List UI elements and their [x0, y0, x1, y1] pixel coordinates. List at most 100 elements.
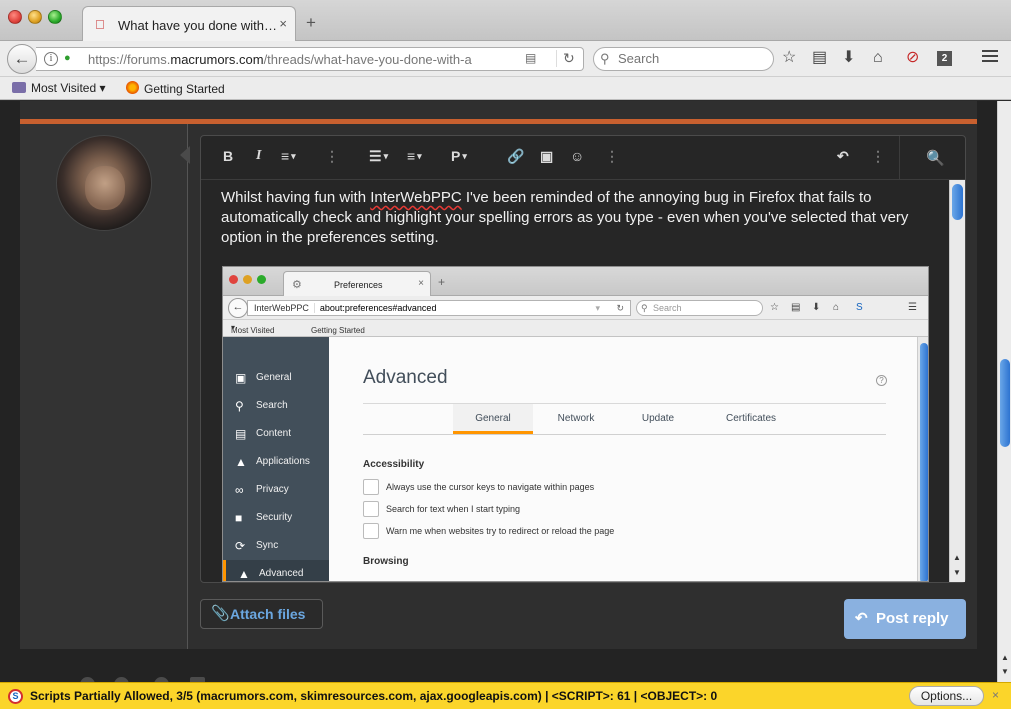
bookmark-star-icon[interactable]: ☆ — [782, 49, 796, 67]
help-icon: ? — [876, 375, 887, 386]
extension-badge[interactable]: 2 — [937, 51, 952, 66]
shot-bookmark-most-visited: Most Visited ▾ — [231, 323, 275, 335]
shot-section-browsing: Browsing — [363, 556, 409, 567]
shot-url-bar: InterWebPPC about:preferences#advanced ▾ … — [247, 300, 631, 316]
more-options-icon-2[interactable]: ⋮ — [605, 148, 619, 164]
shot-noscript-icon: S — [856, 302, 863, 313]
editor-scroll-thumb[interactable] — [952, 184, 963, 220]
page-scroll-thumb[interactable] — [1000, 359, 1010, 447]
lock-icon: ■ — [235, 511, 243, 525]
noscript-icon: S — [8, 689, 23, 704]
shot-scrollbar — [917, 337, 928, 581]
search-icon: ⚲ — [235, 399, 244, 413]
shot-tab: ⚙ Preferences × — [283, 271, 431, 297]
url-text[interactable]: https://forums.macrumors.com/threads/wha… — [88, 52, 472, 67]
shot-tab-general: General — [453, 404, 533, 434]
undo-icon[interactable]: ↶ — [837, 148, 849, 164]
editor-toolbar: B I ≡ ▾ ⋮ ☰ ▾ ≡ ▾ P ▾ 🔗 ▣ ☺ ⋮ ↶ ⋮ 🔍 — [201, 136, 965, 180]
shot-checkbox-cursor-keys: Always use the cursor keys to navigate w… — [363, 479, 594, 495]
text-style-dropdown[interactable]: ≡ ▾ — [281, 148, 296, 164]
search-input[interactable] — [618, 51, 768, 66]
editor-scrollbar[interactable]: ▲ ▼ — [949, 180, 965, 582]
shot-tab-certificates: Certificates — [725, 413, 776, 424]
site-info-icon[interactable]: i — [44, 52, 58, 66]
noscript-notification-bar: S Scripts Partially Allowed, 3/5 (macrum… — [0, 682, 1011, 709]
menu-hamburger-icon[interactable] — [982, 50, 998, 65]
shot-zoom-dot — [257, 275, 266, 284]
reload-icon[interactable]: ↻ — [556, 50, 575, 67]
search-icon: ⚲ — [600, 51, 610, 66]
smiley-icon[interactable]: ☺ — [570, 148, 584, 164]
bookmark-most-visited[interactable]: Most Visited ▾ — [12, 81, 106, 95]
bold-button[interactable]: B — [223, 148, 233, 164]
noscript-icon[interactable]: ⊘ — [906, 49, 919, 67]
page-scrollbar[interactable]: ▲ ▼ — [997, 101, 1011, 682]
italic-button[interactable]: I — [256, 148, 261, 164]
zoom-window-button[interactable] — [48, 10, 62, 24]
folder-icon — [12, 82, 26, 93]
shot-sidebar-search: ⚲ Search — [223, 392, 329, 420]
back-button[interactable]: ← — [7, 44, 37, 74]
embedded-screenshot: ⚙ Preferences × + InterWebPPC about:prefe… — [222, 266, 929, 582]
shot-download-icon: ⬇ — [812, 302, 821, 313]
shot-reload-icon: ↻ — [616, 303, 624, 313]
shot-new-tab-icon: + — [438, 275, 446, 289]
new-tab-button[interactable]: + — [306, 14, 316, 31]
shot-sidebar-applications: ▲ Applications — [223, 448, 329, 476]
shot-bookmarks-toolbar: Most Visited ▾ Getting Started — [223, 320, 928, 337]
shot-tab-network: Network — [557, 413, 595, 424]
shot-sidebar-content: ▤ Content — [223, 420, 329, 448]
advanced-icon: ▲ — [238, 567, 250, 581]
preview-button[interactable]: 🔍 — [899, 136, 965, 180]
reader-view-icon[interactable]: ▤ — [525, 51, 536, 65]
preview-document-icon: 🔍 — [926, 150, 945, 167]
avatar[interactable] — [56, 135, 152, 231]
browser-tab-bar:  What have you done with a Mac today? ×… — [0, 0, 1011, 42]
shot-dropdown-icon: ▾ — [595, 303, 600, 313]
search-bar[interactable]: ⚲ — [593, 47, 774, 71]
link-icon[interactable]: 🔗 — [507, 148, 524, 164]
shot-section-accessibility: Accessibility — [363, 459, 425, 470]
bookmarks-menu-icon[interactable]: ▤ — [812, 49, 827, 67]
shot-sidebar-advanced: ▲ Advanced — [223, 560, 329, 581]
shot-home-icon: ⌂ — [833, 302, 840, 313]
tab-close-icon[interactable]: × — [279, 16, 287, 31]
bookmark-getting-started[interactable]: Getting Started — [126, 81, 225, 96]
shot-tab-close-icon: × — [418, 278, 424, 289]
scroll-down-arrow[interactable]: ▼ — [953, 568, 961, 577]
post-reply-button[interactable]: ↶ Post reply — [844, 599, 966, 639]
close-window-button[interactable] — [8, 10, 22, 24]
paragraph-dropdown[interactable]: P ▾ — [451, 148, 467, 164]
more-options-icon[interactable]: ⋮ — [325, 148, 339, 164]
noscript-options-button[interactable]: Options... — [909, 686, 984, 706]
page-scroll-down-arrow[interactable]: ▼ — [1001, 667, 1009, 676]
attach-files-button[interactable]: 📎 Attach files — [200, 599, 323, 629]
image-icon[interactable]: ▣ — [540, 148, 553, 164]
noscript-close-icon[interactable]: × — [992, 688, 999, 702]
editor-text[interactable]: Whilst having fun with InterWebPPC I've … — [221, 188, 951, 248]
shot-search-bar: ⚲ Search — [636, 300, 763, 316]
applications-icon: ▲ — [235, 455, 247, 469]
scroll-up-arrow[interactable]: ▲ — [953, 553, 961, 562]
minimize-window-button[interactable] — [28, 10, 42, 24]
shot-bookmarks-icon: ▤ — [791, 302, 801, 313]
more-options-icon-3[interactable]: ⋮ — [871, 148, 885, 164]
shot-sidebar: ▣ General ⚲ Search ▤ Content ▲ Applications … — [223, 337, 329, 581]
list-dropdown[interactable]: ☰ ▾ — [369, 148, 388, 164]
url-bar[interactable]: i ● https://forums.macrumors.com/threads… — [36, 47, 584, 71]
shot-search-icon: ⚲ — [641, 303, 648, 313]
editor-pointer — [180, 146, 190, 164]
shot-sidebar-sync: ⟳ Sync — [223, 532, 329, 560]
align-dropdown[interactable]: ≡ ▾ — [407, 148, 422, 164]
page-scroll-up-arrow[interactable]: ▲ — [1001, 653, 1009, 662]
shot-preferences-main: Advanced ? General Network Update Certif… — [329, 337, 928, 581]
home-icon[interactable]: ⌂ — [873, 49, 883, 67]
shot-back-icon: ← — [228, 298, 248, 318]
shot-nav-bar: InterWebPPC about:preferences#advanced ▾ … — [223, 296, 928, 320]
browser-tab[interactable]:  What have you done with a Mac today? × — [82, 6, 296, 42]
downloads-icon[interactable]: ⬇ — [842, 49, 855, 67]
shot-checkbox-search-typing: Search for text when I start typing — [363, 501, 520, 517]
sync-icon: ⟳ — [235, 539, 246, 553]
content-icon: ▤ — [235, 427, 247, 441]
lock-icon: ● — [64, 52, 71, 64]
